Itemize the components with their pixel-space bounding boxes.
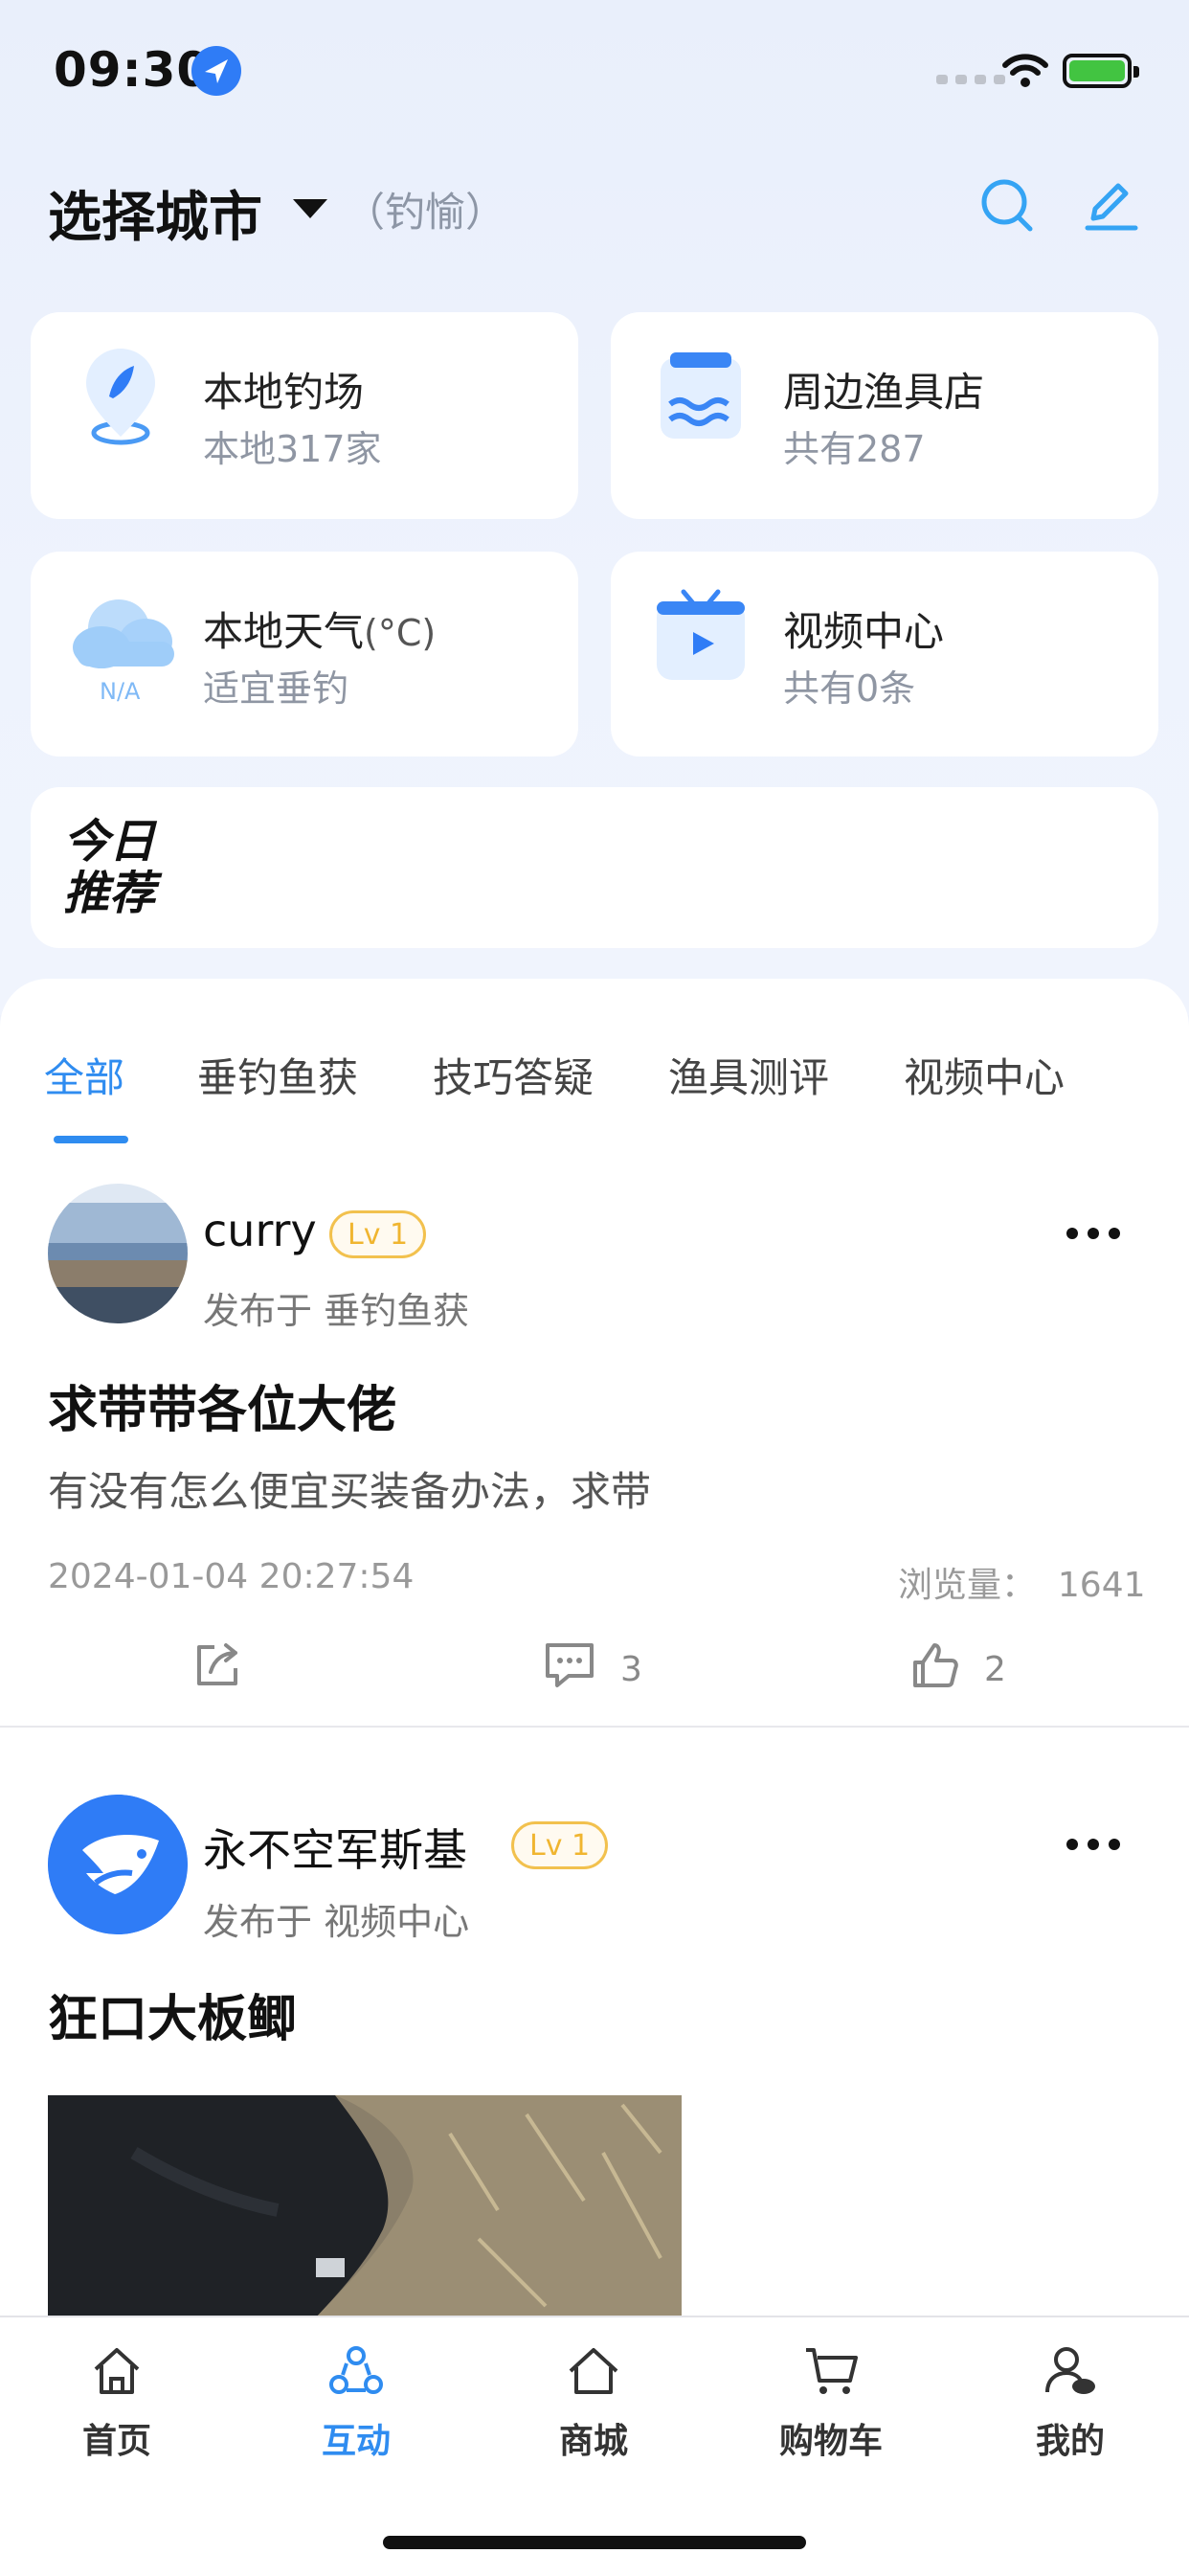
tab-tips-qa[interactable]: 技巧答疑 xyxy=(433,1046,594,1104)
nav-home[interactable]: 首页 xyxy=(31,2342,203,2463)
caret-down-icon[interactable] xyxy=(293,199,327,218)
today-recommend-banner[interactable]: 今日 推荐 xyxy=(31,787,1158,948)
nav-mall[interactable]: 商城 xyxy=(507,2342,680,2463)
like-count: 2 xyxy=(984,1650,1006,1689)
more-options-icon[interactable] xyxy=(1066,1839,1120,1852)
search-icon[interactable] xyxy=(978,176,1036,234)
status-bar: 09:30 xyxy=(0,0,1189,144)
post-date: 2024-01-04 20:27:54 xyxy=(48,1557,415,1596)
location-arrow-icon xyxy=(191,46,241,96)
battery-icon xyxy=(1063,54,1139,88)
tab-all[interactable]: 全部 xyxy=(44,1046,124,1104)
view-count: 浏览量： 1641 xyxy=(898,1557,1146,1607)
post-divider xyxy=(0,1726,1189,1728)
nav-label: 我的 xyxy=(1035,2422,1105,2461)
level-badge: Lv 1 xyxy=(511,1821,609,1869)
weather-title: 本地天气 xyxy=(203,608,365,655)
card-nearby-tackle-shops[interactable]: 周边渔具店 共有287 xyxy=(611,312,1158,519)
city-selector[interactable]: 选择城市 xyxy=(48,174,262,252)
card-subtitle: 共有0条 xyxy=(783,667,916,710)
nav-label: 首页 xyxy=(81,2422,151,2461)
card-title: 本地钓场 xyxy=(203,369,365,416)
tab-fishing-catch[interactable]: 垂钓鱼获 xyxy=(197,1046,358,1104)
comment-icon xyxy=(542,1639,597,1700)
fishing-spot-pin-icon xyxy=(63,341,178,456)
nav-interaction[interactable]: 互动 xyxy=(270,2342,442,2463)
shopping-cart-icon xyxy=(802,2348,860,2404)
category-tabs: 全部 垂钓鱼获 技巧答疑 渔具测评 视频中心 xyxy=(0,1017,1189,1143)
wifi-icon xyxy=(1001,52,1049,94)
post-body[interactable]: 有没有怎么便宜买装备办法，求带 xyxy=(48,1459,651,1518)
store-icon xyxy=(565,2348,622,2404)
card-local-weather[interactable]: N/A 本地天气(°C) 适宜垂钓 xyxy=(31,552,578,757)
cellular-signal-icon xyxy=(936,75,1005,84)
video-tv-icon xyxy=(643,580,758,695)
avatar[interactable] xyxy=(48,1184,188,1323)
views-value: 1641 xyxy=(1057,1566,1146,1605)
share-icon xyxy=(191,1639,243,1700)
post-image[interactable] xyxy=(48,2095,682,2317)
card-subtitle: 共有287 xyxy=(783,428,926,470)
weather-value: N/A xyxy=(100,678,141,705)
views-label: 浏览量： xyxy=(898,1566,1037,1605)
post-title[interactable]: 求带带各位大佬 xyxy=(48,1369,396,1441)
app-name: （钓愉） xyxy=(345,189,506,236)
header: 选择城市 （钓愉） xyxy=(0,163,1189,259)
card-video-center[interactable]: 视频中心 共有0条 xyxy=(611,552,1158,757)
level-badge: Lv 1 xyxy=(329,1210,427,1258)
recommend-logo: 今日 推荐 xyxy=(63,816,155,919)
weather-unit: (°C) xyxy=(364,612,437,654)
status-time: 09:30 xyxy=(54,42,212,98)
card-local-fishing-spots[interactable]: 本地钓场 本地317家 xyxy=(31,312,578,519)
card-subtitle: 适宜垂钓 xyxy=(203,667,349,710)
post-category: 发布于 垂钓鱼获 xyxy=(203,1290,470,1332)
tab-indicator xyxy=(54,1136,128,1143)
recommend-line1: 今日 xyxy=(63,815,156,869)
card-title: 周边渔具店 xyxy=(783,369,985,416)
nav-label: 购物车 xyxy=(778,2422,883,2461)
post-title[interactable]: 狂口大板鲫 xyxy=(48,1978,297,2050)
post-category: 发布于 视频中心 xyxy=(203,1901,470,1943)
recommend-line2: 推荐 xyxy=(63,867,156,920)
comment-count: 3 xyxy=(620,1650,642,1689)
card-subtitle: 本地317家 xyxy=(203,428,382,470)
card-title: 视频中心 xyxy=(783,608,945,655)
card-title: 本地天气(°C) xyxy=(203,599,436,658)
post-username[interactable]: 永不空军斯基 xyxy=(203,1816,467,1879)
tackle-shop-icon xyxy=(643,341,758,456)
comment-button[interactable]: 3 xyxy=(542,1639,642,1700)
nav-cart[interactable]: 购物车 xyxy=(745,2342,917,2463)
tab-gear-review[interactable]: 渔具测评 xyxy=(668,1046,829,1104)
user-profile-icon xyxy=(1042,2347,1099,2404)
share-button[interactable] xyxy=(191,1639,243,1700)
tab-video-center[interactable]: 视频中心 xyxy=(904,1046,1065,1104)
home-indicator xyxy=(383,2536,806,2549)
home-icon xyxy=(88,2348,146,2404)
nav-profile[interactable]: 我的 xyxy=(984,2342,1156,2463)
nav-label: 互动 xyxy=(321,2422,391,2461)
like-button[interactable]: 2 xyxy=(909,1639,1006,1700)
community-icon xyxy=(327,2346,385,2404)
post-username[interactable]: curry xyxy=(203,1205,317,1256)
edit-pen-icon[interactable] xyxy=(1082,176,1139,234)
thumbs-up-icon xyxy=(909,1639,961,1700)
more-options-icon[interactable] xyxy=(1066,1228,1120,1241)
avatar[interactable] xyxy=(48,1795,188,1934)
nav-label: 商城 xyxy=(558,2422,628,2461)
